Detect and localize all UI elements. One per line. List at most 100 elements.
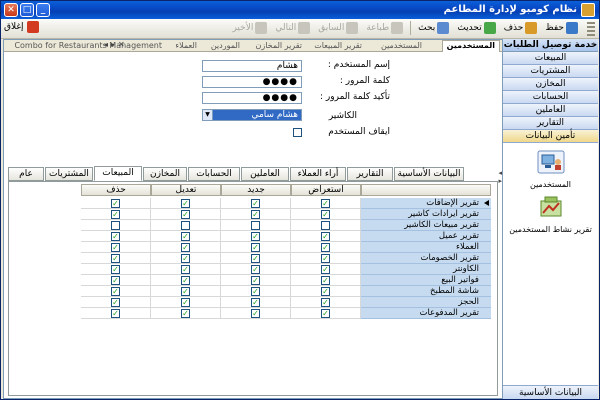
nav-item-2[interactable]: المخازن — [503, 78, 598, 91]
permission-checkbox[interactable]: ✓ — [111, 298, 120, 307]
permission-tab-7[interactable]: التقارير — [347, 167, 393, 181]
permission-tab-6[interactable]: أراء العملاء — [290, 167, 346, 181]
permission-checkbox[interactable]: ✓ — [181, 309, 190, 318]
next-button[interactable]: التالي — [272, 21, 313, 35]
permission-checkbox[interactable]: ✓ — [111, 309, 120, 318]
column-header-1[interactable]: جديد — [221, 184, 291, 196]
permission-checkbox[interactable]: ✓ — [321, 199, 330, 208]
permission-checkbox[interactable]: ✓ — [251, 265, 260, 274]
doc-tab-next-icon[interactable]: ▸ — [111, 40, 115, 49]
permission-checkbox[interactable] — [321, 221, 330, 230]
permission-checkbox[interactable]: ✓ — [321, 232, 330, 241]
nav-item-6[interactable]: تأمين البيانات — [503, 130, 598, 143]
permission-checkbox[interactable]: ✓ — [111, 243, 120, 252]
table-row-header[interactable]: العملاء — [361, 242, 491, 253]
permission-tab-0[interactable]: عام — [8, 167, 44, 181]
permission-checkbox[interactable]: ✓ — [251, 232, 260, 241]
confirm-password-input[interactable]: ●●●● — [202, 92, 302, 104]
permission-checkbox[interactable]: ✓ — [321, 265, 330, 274]
doc-tab-suppliers[interactable]: الموردين — [211, 41, 240, 50]
permission-checkbox[interactable]: ✓ — [321, 298, 330, 307]
doc-tab-customers[interactable]: العملاء — [175, 41, 197, 50]
permission-checkbox[interactable]: ✓ — [321, 309, 330, 318]
permission-checkbox[interactable]: ✓ — [111, 232, 120, 241]
permission-checkbox[interactable]: ✓ — [321, 243, 330, 252]
permission-checkbox[interactable]: ✓ — [181, 254, 190, 263]
password-input[interactable]: ●●●● — [202, 76, 302, 88]
table-row-header[interactable]: تقرير عميل — [361, 231, 491, 242]
column-header-3[interactable]: حذف — [81, 184, 151, 196]
permission-checkbox[interactable]: ✓ — [251, 199, 260, 208]
permission-tab-4[interactable]: الحسابات — [188, 167, 240, 181]
nav-item-4[interactable]: العاملين — [503, 104, 598, 117]
permission-checkbox[interactable]: ✓ — [181, 287, 190, 296]
permission-checkbox[interactable] — [111, 221, 120, 230]
permission-checkbox[interactable]: ✓ — [181, 243, 190, 252]
users-tile[interactable]: المستخدمين — [503, 150, 598, 189]
column-header-0[interactable]: استعراض — [291, 184, 361, 196]
permission-tab-3[interactable]: المخازن — [143, 167, 187, 181]
users-activity-tile[interactable]: تقرير نشاط المستخدمين — [503, 195, 598, 234]
permission-checkbox[interactable]: ✓ — [251, 298, 260, 307]
doc-tab-sales-report[interactable]: تقرير المبيعات — [314, 41, 362, 50]
permission-checkbox[interactable]: ✓ — [181, 210, 190, 219]
delete-button[interactable]: حذف — [501, 21, 541, 35]
doc-tab-close-icon[interactable]: ✕ — [118, 40, 125, 49]
doc-tab-combo[interactable]: Combo for Restaurants Management — [14, 41, 162, 50]
nav-item-3[interactable]: الحسابات — [503, 91, 598, 104]
close-form-button[interactable]: إغلاق — [4, 21, 39, 33]
doc-tab-users-2[interactable]: المستخدمين — [381, 41, 422, 50]
table-row-header[interactable]: الحجز — [361, 297, 491, 308]
search-button[interactable]: بحث — [415, 21, 452, 35]
table-row-header[interactable]: شاشة المطبخ — [361, 286, 491, 297]
permission-checkbox[interactable]: ✓ — [251, 276, 260, 285]
permission-checkbox[interactable]: ✓ — [181, 276, 190, 285]
column-header-2[interactable]: تعديل — [151, 184, 221, 196]
suspend-user-checkbox[interactable] — [293, 128, 302, 137]
permission-checkbox[interactable]: ✓ — [181, 199, 190, 208]
permission-checkbox[interactable]: ✓ — [251, 309, 260, 318]
doc-tab-users[interactable]: المستخدمين — [441, 40, 500, 52]
doc-tab-stores-report[interactable]: تقرير المخازن — [256, 41, 303, 50]
permission-checkbox[interactable]: ✓ — [321, 287, 330, 296]
doc-tab-prev-icon[interactable]: ◂ — [104, 40, 108, 49]
nav-item-0[interactable]: المبيعات — [503, 52, 598, 65]
table-row-header[interactable]: تقرير ايرادات كاشير — [361, 209, 491, 220]
chevron-down-icon[interactable]: ▼ — [203, 110, 213, 120]
permission-checkbox[interactable]: ✓ — [111, 199, 120, 208]
save-button[interactable]: حفظ — [542, 21, 581, 35]
permission-checkbox[interactable]: ✓ — [181, 232, 190, 241]
previous-button[interactable]: السابق — [315, 21, 361, 35]
permission-checkbox[interactable]: ✓ — [251, 243, 260, 252]
last-button[interactable]: الأخير — [229, 21, 270, 35]
permission-checkbox[interactable]: ✓ — [251, 287, 260, 296]
print-button[interactable]: طباعة — [363, 21, 406, 35]
close-window-button[interactable]: ✕ — [4, 3, 18, 17]
toolbar-grip[interactable] — [587, 22, 595, 36]
permission-checkbox[interactable]: ✓ — [251, 210, 260, 219]
table-row-header[interactable]: تقرير الإضافات — [361, 198, 491, 209]
nav-footer-basic-data[interactable]: البيانات الأساسية — [503, 385, 598, 399]
username-input[interactable] — [202, 60, 302, 72]
table-row-header[interactable]: الكاونتر — [361, 264, 491, 275]
nav-item-1[interactable]: المشتريات — [503, 65, 598, 78]
permission-checkbox[interactable]: ✓ — [251, 254, 260, 263]
table-row-header[interactable]: تقرير الخصومات — [361, 253, 491, 264]
permission-tab-5[interactable]: العاملين — [241, 167, 289, 181]
refresh-button[interactable]: تحديث — [454, 21, 498, 35]
table-row-header[interactable]: تقرير مبيعات الكاشير — [361, 220, 491, 231]
permission-checkbox[interactable]: ✓ — [111, 254, 120, 263]
permission-checkbox[interactable]: ✓ — [111, 265, 120, 274]
permission-tab-2[interactable]: المبيعات — [94, 166, 142, 181]
permission-checkbox[interactable]: ✓ — [111, 210, 120, 219]
permission-checkbox[interactable]: ✓ — [111, 276, 120, 285]
minimize-button[interactable]: _ — [36, 3, 50, 17]
maximize-button[interactable]: □ — [20, 3, 34, 17]
permission-tab-8[interactable]: البيانات الأساسية — [394, 167, 464, 181]
permission-checkbox[interactable]: ✓ — [181, 265, 190, 274]
table-row-header[interactable]: فواتير البيع — [361, 275, 491, 286]
nav-header[interactable]: خدمة توصيل الطلبات — [503, 39, 598, 52]
cashier-select[interactable]: هشام سامي ▼ — [202, 109, 302, 121]
permission-checkbox[interactable]: ✓ — [111, 287, 120, 296]
permission-checkbox[interactable]: ✓ — [181, 298, 190, 307]
